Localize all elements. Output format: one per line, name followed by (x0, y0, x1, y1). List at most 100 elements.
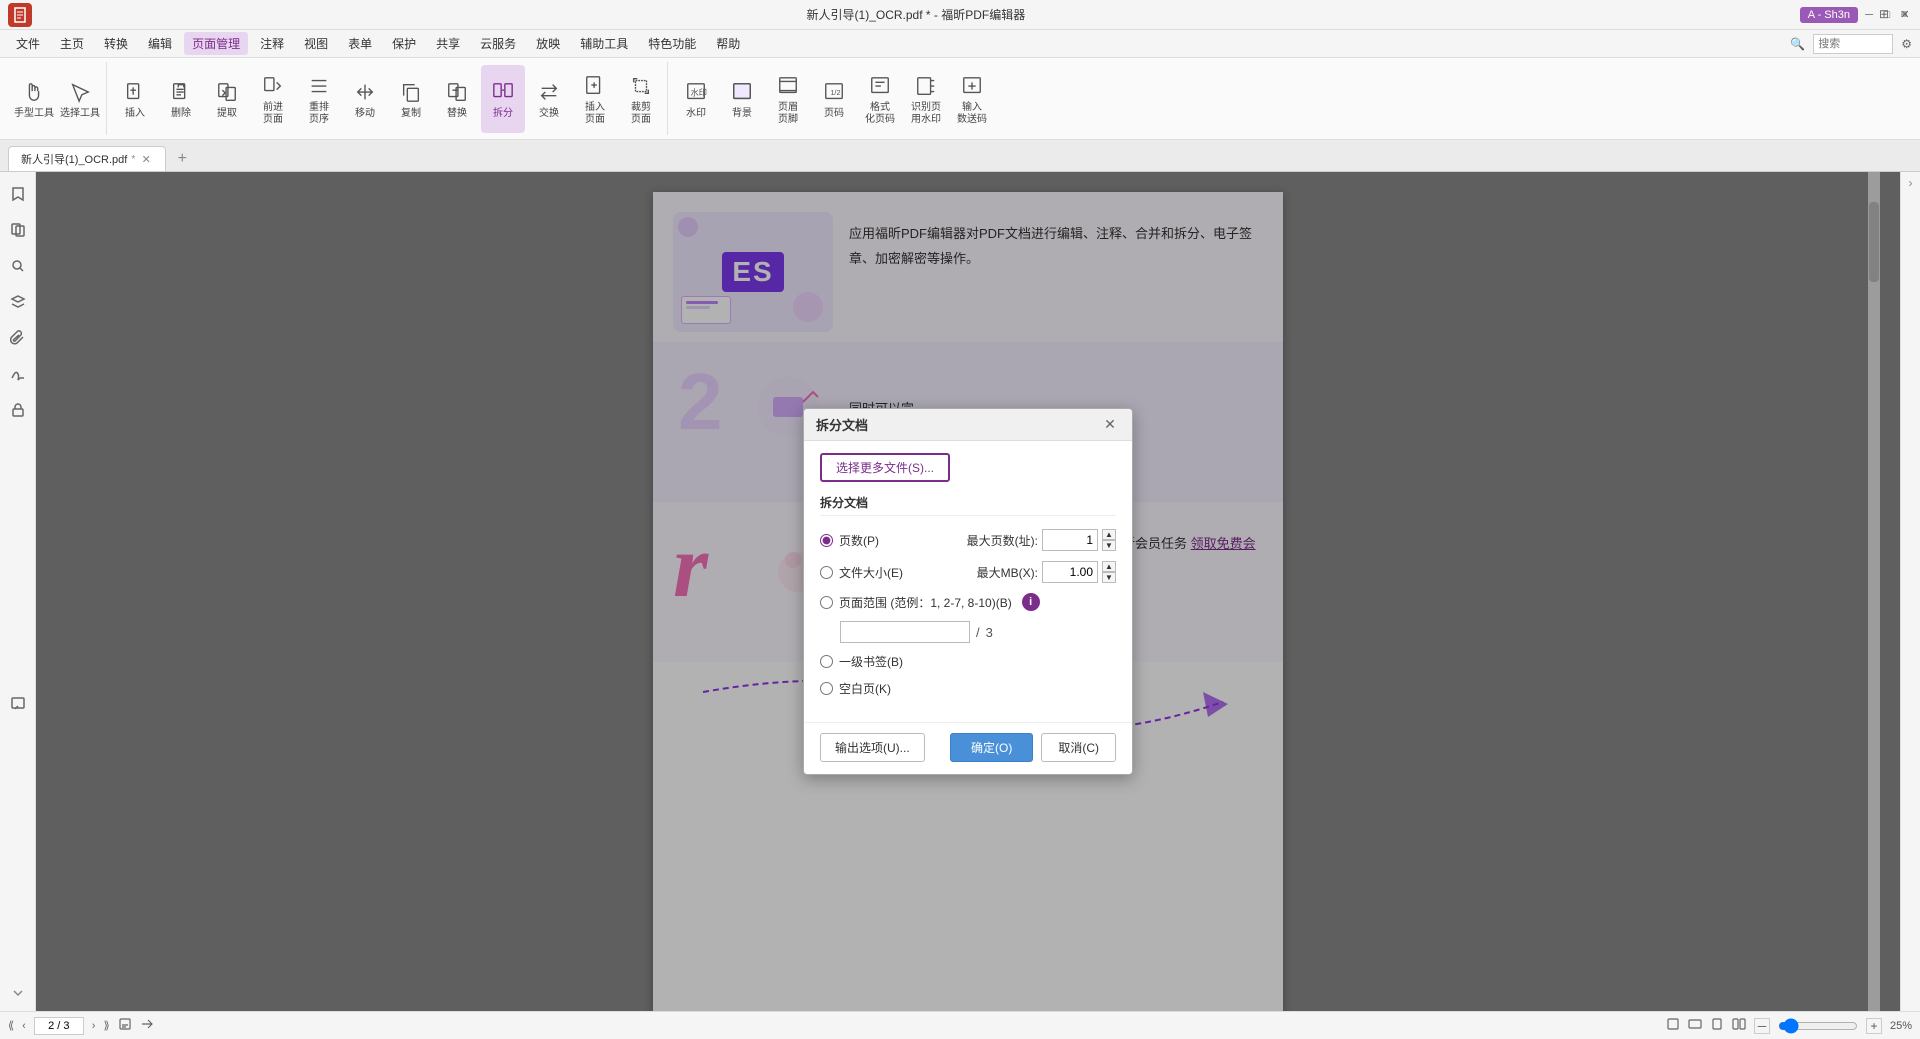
cancel-button[interactable]: 取消(C) (1041, 733, 1116, 762)
new-tab-button[interactable]: + (170, 147, 194, 171)
menu-cloud[interactable]: 云服务 (472, 32, 524, 55)
option-pages-radio[interactable] (820, 534, 833, 547)
single-page-icon[interactable] (1710, 1017, 1724, 1034)
menu-convert[interactable]: 转换 (96, 32, 136, 55)
tool-watermark[interactable]: 水印 水印 (674, 65, 718, 133)
right-collapse-icon[interactable]: › (1905, 172, 1917, 194)
max-mb-input[interactable] (1042, 561, 1098, 583)
option-filesize-label[interactable]: 文件大小(E) (839, 564, 903, 581)
zoom-in-button[interactable]: + (1866, 1018, 1882, 1034)
tool-input[interactable]: 输入数送码 (950, 65, 994, 133)
grid-view-icon[interactable]: ⊞ (1876, 6, 1892, 22)
tool-bates[interactable]: 1/2 页码 (812, 65, 856, 133)
select-files-button[interactable]: 选择更多文件(S)... (820, 453, 950, 482)
max-pages-input[interactable] (1042, 529, 1098, 551)
pagerange-info-icon[interactable]: i (1022, 593, 1040, 611)
menu-present[interactable]: 放映 (528, 32, 568, 55)
menu-file[interactable]: 文件 (8, 32, 48, 55)
max-mb-down[interactable]: ▼ (1102, 572, 1116, 583)
sidebar-icon-pages[interactable] (4, 216, 32, 244)
user-account[interactable]: A - Sh3n (1800, 7, 1858, 23)
option-pagerange-label[interactable]: 页面范围 (范例：1, 2-7, 8-10)(B) (839, 594, 1012, 611)
option-bookmark-label[interactable]: 一级书签(B) (839, 653, 903, 670)
tool-split[interactable]: 拆分 (481, 65, 525, 133)
fit-width-icon[interactable] (1688, 1017, 1702, 1034)
menu-comment[interactable]: 注释 (252, 32, 292, 55)
zoom-out-button[interactable]: ─ (1754, 1018, 1770, 1034)
confirm-button[interactable]: 确定(O) (950, 733, 1033, 762)
tool-addpage[interactable]: 插入页面 (573, 65, 617, 133)
max-mb-label: 最大MB(X): (977, 564, 1038, 581)
tool-extract[interactable]: 提取 (205, 65, 249, 133)
sidebar-icon-search[interactable] (4, 252, 32, 280)
toolbar: 手型工具 选择工具 插入 删除 提取 (0, 58, 1920, 140)
menu-form[interactable]: 表单 (340, 32, 380, 55)
tool-exchange[interactable]: 交换 (527, 65, 571, 133)
max-mb-up[interactable]: ▲ (1102, 561, 1116, 572)
two-page-icon[interactable] (1732, 1017, 1746, 1034)
tool-header[interactable]: 页眉页脚 (766, 65, 810, 133)
tool-select[interactable]: 选择工具 (58, 65, 102, 133)
page-range-input[interactable] (840, 621, 970, 643)
output-options-button[interactable]: 输出选项(U)... (820, 733, 925, 762)
max-pages-down[interactable]: ▼ (1102, 540, 1116, 551)
option-pages-label[interactable]: 页数(P) (839, 532, 879, 549)
list-view-icon[interactable]: ≡ (1896, 6, 1912, 22)
nav-next-button[interactable]: › (92, 1020, 96, 1032)
nav-last-button[interactable]: ⟫ (103, 1019, 109, 1032)
minimize-button[interactable]: ─ (1862, 8, 1876, 22)
option-blank-radio[interactable] (820, 682, 833, 695)
menu-assist[interactable]: 辅助工具 (572, 32, 636, 55)
share-icon[interactable] (140, 1017, 154, 1034)
save-page-icon[interactable] (118, 1017, 132, 1034)
search-input[interactable] (1813, 34, 1893, 54)
tool-replace[interactable]: 替换 (435, 65, 479, 133)
tool-croppage[interactable]: 裁剪页面 (619, 65, 663, 133)
option-blank-row: 空白页(K) (820, 675, 1116, 702)
option-blank-label[interactable]: 空白页(K) (839, 680, 891, 697)
settings-icon[interactable]: ⚙ (1901, 37, 1912, 51)
tool-background[interactable]: 背景 (720, 65, 764, 133)
sidebar-icon-bookmark[interactable] (4, 180, 32, 208)
menu-edit[interactable]: 编辑 (140, 32, 180, 55)
tool-ocr[interactable]: 识别页用水印 (904, 65, 948, 133)
tool-hand[interactable]: 手型工具 (12, 65, 56, 133)
menu-share[interactable]: 共享 (428, 32, 468, 55)
tool-insert[interactable]: 插入 (113, 65, 157, 133)
menu-protect[interactable]: 保护 (384, 32, 424, 55)
sidebar-icon-signature[interactable] (4, 360, 32, 388)
nav-prev-button[interactable]: ‹ (22, 1020, 26, 1032)
header-icon (774, 72, 802, 100)
menu-home[interactable]: 主页 (52, 32, 92, 55)
tab-close-button[interactable]: ✕ (139, 152, 153, 166)
nav-first-button[interactable]: ⟪ (8, 1019, 14, 1032)
exchange-icon (535, 78, 563, 106)
zoom-slider[interactable] (1778, 1020, 1858, 1032)
fit-page-icon[interactable] (1666, 1017, 1680, 1034)
menu-special[interactable]: 特色功能 (640, 32, 704, 55)
option-bookmark-radio[interactable] (820, 655, 833, 668)
tool-format[interactable]: 格式化页码 (858, 65, 902, 133)
dialog-close-button[interactable]: ✕ (1100, 415, 1120, 435)
tool-move[interactable]: 移动 (343, 65, 387, 133)
sidebar-icon-lock[interactable] (4, 396, 32, 424)
sidebar-icon-attachment[interactable] (4, 324, 32, 352)
dialog-body: 选择更多文件(S)... 拆分文档 页数(P) 最大页数(址): ▲ (804, 441, 1132, 714)
tool-delete[interactable]: 删除 (159, 65, 203, 133)
sidebar-icon-layers[interactable] (4, 288, 32, 316)
max-pages-up[interactable]: ▲ (1102, 529, 1116, 540)
search-icon[interactable]: 🔍 (1790, 37, 1805, 51)
tool-copy[interactable]: 复制 (389, 65, 433, 133)
sidebar-expand-button[interactable] (4, 983, 32, 1003)
tab-document[interactable]: 新人引导(1)_OCR.pdf * ✕ (8, 146, 166, 171)
tool-reorder[interactable]: 重排页序 (297, 65, 341, 133)
menu-view[interactable]: 视图 (296, 32, 336, 55)
menu-help[interactable]: 帮助 (708, 32, 748, 55)
tool-forward[interactable]: 前进页面 (251, 65, 295, 133)
menu-pagemanage[interactable]: 页面管理 (184, 32, 248, 55)
option-pagerange-radio[interactable] (820, 596, 833, 609)
sidebar-icon-comment[interactable] (4, 690, 32, 718)
page-number-input[interactable] (34, 1017, 84, 1035)
background-icon (728, 78, 756, 106)
option-filesize-radio[interactable] (820, 566, 833, 579)
